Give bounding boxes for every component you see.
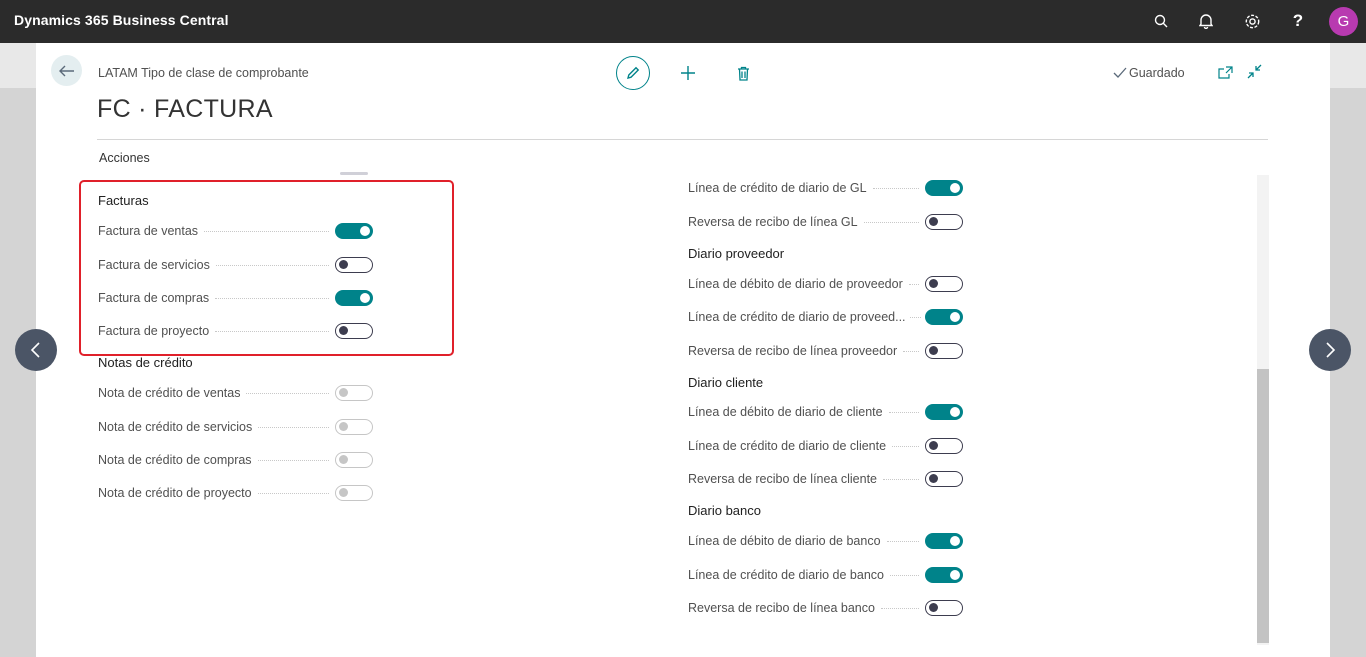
open-new-window-button[interactable] [1216,63,1234,81]
saved-label: Guardado [1129,66,1185,80]
field-reversa-proveedor: Reversa de recibo de línea proveedor [688,341,963,361]
field-label: Reversa de recibo de línea banco [688,601,875,615]
field-reversa-cliente: Reversa de recibo de línea cliente [688,469,963,489]
toggle-credito-banco[interactable] [925,567,963,583]
previous-record-button[interactable] [15,329,57,371]
field-label: Línea de débito de diario de banco [688,534,881,548]
toggle-nota-servicios [335,419,373,435]
field-label: Nota de crédito de proyecto [98,486,252,500]
field-credito-gl: Línea de crédito de diario de GL [688,178,963,198]
toggle-debito-cliente[interactable] [925,404,963,420]
new-button[interactable] [679,64,697,82]
page-title: FC · FACTURA [97,95,273,123]
back-button[interactable] [51,55,82,86]
collapse-button[interactable] [1245,62,1263,80]
edit-button[interactable] [616,56,650,90]
highlight-annotation [79,180,454,356]
field-credito-cliente: Línea de crédito de diario de cliente [688,436,963,456]
field-reversa-gl: Reversa de recibo de línea GL [688,212,963,232]
check-icon [1113,67,1127,78]
toggle-credito-cliente[interactable] [925,438,963,454]
actions-menu[interactable]: Acciones [99,151,150,165]
toggle-credito-gl[interactable] [925,180,963,196]
toggle-reversa-gl[interactable] [925,214,963,230]
toggle-nota-proyecto [335,485,373,501]
toggle-reversa-banco[interactable] [925,600,963,616]
field-credito-proveedor: Línea de crédito de diario de proveed... [688,307,963,327]
field-label: Reversa de recibo de línea cliente [688,472,878,486]
header-divider [97,139,1268,140]
field-label: Nota de crédito de ventas [98,386,241,400]
next-record-button[interactable] [1309,329,1351,371]
field-nota-proyecto: Nota de crédito de proyecto [98,483,373,503]
field-label: Línea de crédito de diario de cliente [688,439,887,453]
field-label: Línea de débito de diario de proveedor [688,277,903,291]
bell-icon[interactable] [1195,10,1217,32]
popout-icon [1217,65,1233,79]
field-nota-compras: Nota de crédito de compras [98,450,373,470]
field-nota-ventas: Nota de crédito de ventas [98,383,373,403]
field-credito-banco: Línea de crédito de diario de banco [688,565,963,585]
field-debito-banco: Línea de débito de diario de banco [688,531,963,551]
search-icon[interactable] [1150,10,1172,32]
app-title: Dynamics 365 Business Central [14,12,229,28]
field-label: Línea de crédito de diario de banco [688,568,884,582]
toggle-reversa-proveedor[interactable] [925,343,963,359]
toggle-debito-banco[interactable] [925,533,963,549]
toggle-nota-compras [335,452,373,468]
field-label: Nota de crédito de servicios [98,420,253,434]
field-label: Línea de débito de diario de cliente [688,405,883,419]
breadcrumb: LATAM Tipo de clase de comprobante [98,66,309,80]
group-title-diario-proveedor: Diario proveedor [688,246,785,261]
group-title-diario-banco: Diario banco [688,503,761,518]
pencil-icon [627,66,640,79]
field-nota-servicios: Nota de crédito de servicios [98,417,373,437]
gear-icon[interactable] [1241,10,1263,32]
group-title-diario-cliente: Diario cliente [688,375,764,390]
tab-indicator [340,172,368,175]
top-bar: Dynamics 365 Business Central ? G [0,0,1366,43]
toggle-credito-proveedor[interactable] [925,309,963,325]
field-label: Reversa de recibo de línea proveedor [688,344,898,358]
help-icon[interactable]: ? [1287,10,1309,32]
field-debito-cliente: Línea de débito de diario de cliente [688,402,963,422]
field-label: Reversa de recibo de línea GL [688,215,858,229]
delete-button[interactable] [735,64,751,82]
plus-icon [681,66,695,80]
field-label: Nota de crédito de compras [98,453,252,467]
group-title-notas-credito: Notas de crédito [98,355,193,370]
saved-status: Guardado [1113,66,1185,80]
toggle-debito-proveedor[interactable] [925,276,963,292]
collapse-icon [1247,64,1261,78]
field-debito-proveedor: Línea de débito de diario de proveedor [688,274,963,294]
chevron-left-icon [30,342,40,358]
toggle-nota-ventas [335,385,373,401]
field-label: Línea de crédito de diario de proveed... [688,310,906,324]
scrollbar-thumb[interactable] [1257,369,1269,643]
avatar[interactable]: G [1329,7,1358,36]
field-reversa-banco: Reversa de recibo de línea banco [688,598,963,618]
chevron-right-icon [1326,342,1336,358]
toggle-reversa-cliente[interactable] [925,471,963,487]
trash-icon [737,66,749,81]
field-label: Línea de crédito de diario de GL [688,181,867,195]
